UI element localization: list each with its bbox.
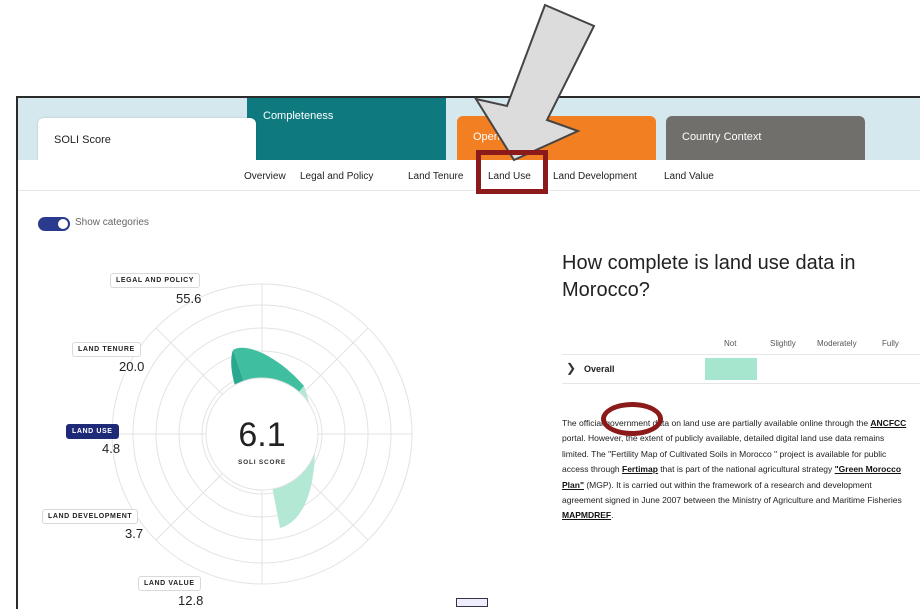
bottom-marker: [456, 598, 488, 607]
annotation-arrow-icon: [473, 3, 596, 162]
land-use-highlight-box: [476, 150, 548, 194]
ancfcc-highlight-circle: [601, 402, 663, 436]
